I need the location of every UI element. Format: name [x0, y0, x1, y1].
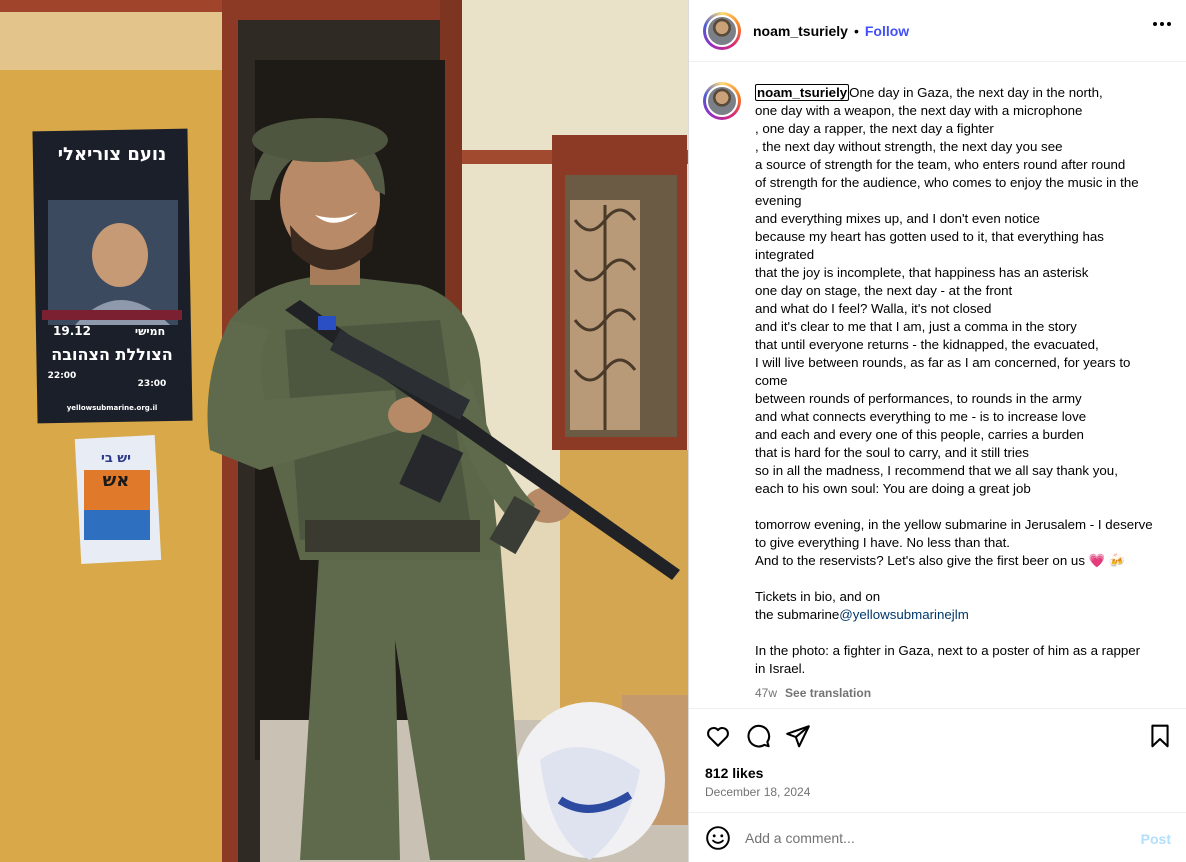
caption-area[interactable]: noam_tsuriely One day in Gaza, the next d…: [689, 62, 1186, 708]
caption-line: so in all the madness, I recommend that …: [755, 463, 1118, 478]
mention-prefix: the submarine: [755, 607, 840, 622]
caption-line: one day on stage, the next day - at the …: [755, 283, 1013, 298]
poster-time-doors: 22:00: [48, 371, 77, 381]
comment-input[interactable]: [745, 829, 1125, 846]
post-date: December 18, 2024: [705, 785, 811, 799]
caption-text: noam_tsuriely One day in Gaza, the next d…: [755, 84, 1167, 678]
caption-meta: 47w See translation: [755, 686, 871, 700]
comment-bar: Post: [689, 812, 1186, 862]
caption-line: [755, 570, 1167, 588]
poster-date: 19.12: [53, 324, 91, 338]
caption-line: [755, 624, 1167, 642]
post-header: noam_tsuriely • Follow: [689, 0, 1186, 62]
caption-line: integrated: [755, 247, 815, 262]
caption-mention-line: the submarine@yellowsubmarinejlm: [755, 606, 1167, 624]
follow-button[interactable]: Follow: [865, 23, 909, 39]
post-age[interactable]: 47w: [755, 686, 777, 700]
photo-illustration: נועם צוריאלי 19.12 חמישי הצוללת הצהובה 22:00…: [0, 0, 688, 862]
avatar[interactable]: [703, 11, 741, 50]
caption-line: , the next day without strength, the nex…: [755, 139, 1063, 154]
caption-line: because my heart has gotten used to it, …: [755, 229, 1104, 244]
caption-line: to give everything I have. No less than …: [755, 535, 1011, 550]
caption-line: between rounds of performances, to round…: [755, 391, 1082, 406]
action-bar: 812 likes December 18, 2024: [689, 708, 1186, 812]
poster-url: yellowsubmarine.org.il: [67, 404, 158, 412]
post-comment-button[interactable]: Post: [1141, 831, 1171, 847]
save-bookmark-icon[interactable]: [1147, 723, 1173, 749]
comment-icon[interactable]: [745, 723, 771, 749]
caption-line: and each and every one of this people, c…: [755, 427, 1084, 442]
caption-line: and what connects everything to me - is …: [755, 409, 1087, 424]
caption-line: evening: [755, 193, 802, 208]
caption-avatar[interactable]: [703, 82, 741, 120]
caption-line: of strength for the audience, who comes …: [755, 175, 1139, 190]
caption-line: that the joy is incomplete, that happine…: [755, 265, 1089, 280]
post-photo[interactable]: נועם צוריאלי 19.12 חמישי הצוללת הצהובה 22:00…: [0, 0, 688, 862]
caption-line: one day with a weapon, the next day with…: [755, 103, 1083, 118]
caption-line: and it's clear to me that I am, just a c…: [755, 319, 1077, 334]
caption-line: and everything mixes up, and I don't eve…: [755, 211, 1040, 226]
caption-line: a source of strength for the team, who e…: [755, 157, 1126, 172]
caption-line: that until everyone returns - the kidnap…: [755, 337, 1099, 352]
small-poster-line2: אש: [103, 470, 130, 491]
caption-line: In the photo: a fighter in Gaza, next to…: [755, 643, 1141, 658]
caption-username[interactable]: noam_tsuriely: [755, 84, 850, 101]
caption-line: each to his own soul: You are doing a gr…: [755, 481, 1031, 496]
emoji-icon[interactable]: [705, 825, 731, 851]
poster-day: חמישי: [135, 325, 165, 338]
caption-line: in Israel.: [755, 661, 806, 676]
caption-line: that is hard for the soul to carry, and …: [755, 445, 1029, 460]
post-side-panel: noam_tsuriely • Follow noam_tsuriely One …: [688, 0, 1186, 862]
likes-count[interactable]: 812 likes: [705, 765, 763, 781]
header-username[interactable]: noam_tsuriely: [753, 23, 848, 39]
share-send-icon[interactable]: [785, 723, 811, 749]
caption-line: , one day a rapper, the next day a fight…: [755, 121, 994, 136]
poster-title: נועם צוריאלי: [58, 144, 166, 165]
caption-line: And to the reservists? Let's also give t…: [755, 553, 1126, 568]
poster-venue: הצוללת הצהובה: [51, 345, 172, 364]
separator-dot: •: [853, 22, 859, 39]
caption-line: tomorrow evening, in the yellow submarin…: [755, 517, 1153, 532]
see-translation-button[interactable]: See translation: [785, 686, 871, 700]
caption-line: Tickets in bio, and on: [755, 589, 881, 604]
caption-line: and what do I feel? Walla, it's not clos…: [755, 301, 992, 316]
poster-time-show: 23:00: [138, 379, 167, 389]
caption-line: I will live between rounds, as far as I …: [755, 355, 1131, 370]
caption-line: One day in Gaza, the next day in the nor…: [849, 85, 1103, 100]
like-heart-icon[interactable]: [705, 723, 731, 749]
caption-line: come: [755, 373, 788, 388]
small-poster-line1: יש בי: [101, 451, 131, 466]
caption-line: [755, 498, 1167, 516]
mention-link[interactable]: @yellowsubmarinejlm: [839, 607, 969, 622]
more-options-icon[interactable]: [1153, 22, 1171, 26]
caption-first-line: noam_tsuriely One day in Gaza, the next d…: [755, 84, 1167, 102]
